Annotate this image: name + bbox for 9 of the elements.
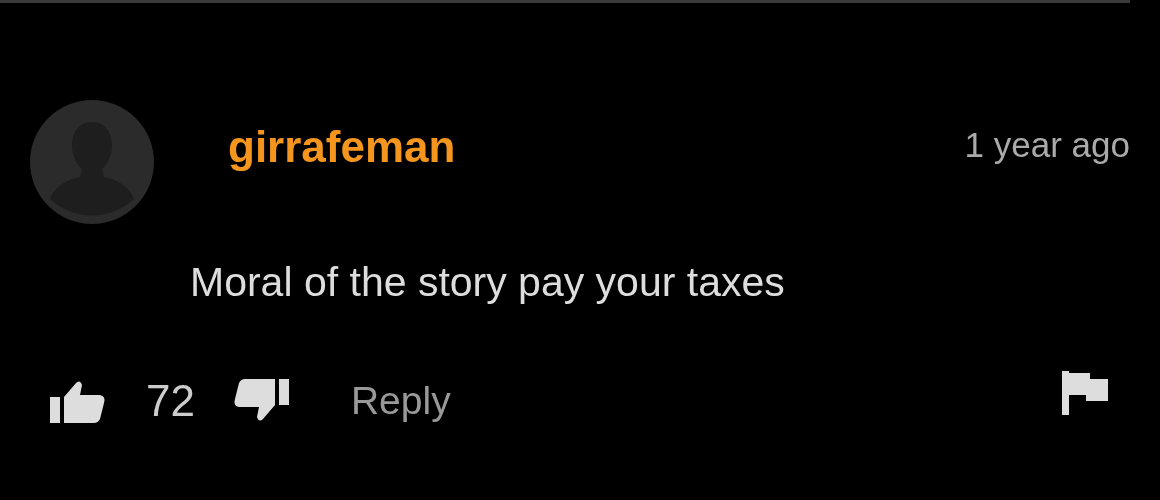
flag-icon[interactable]	[1062, 371, 1108, 415]
thumbs-down-icon[interactable]	[232, 379, 289, 423]
thumbs-up-icon[interactable]	[50, 379, 106, 423]
avatar-icon	[30, 100, 154, 224]
comment-time: 1 year ago	[964, 124, 1130, 165]
reply-button[interactable]: Reply	[350, 379, 451, 423]
comment-text: Moral of the story pay your taxes	[190, 258, 786, 306]
username-link[interactable]: girrafeman	[228, 122, 456, 172]
like-count: 72	[146, 376, 195, 426]
